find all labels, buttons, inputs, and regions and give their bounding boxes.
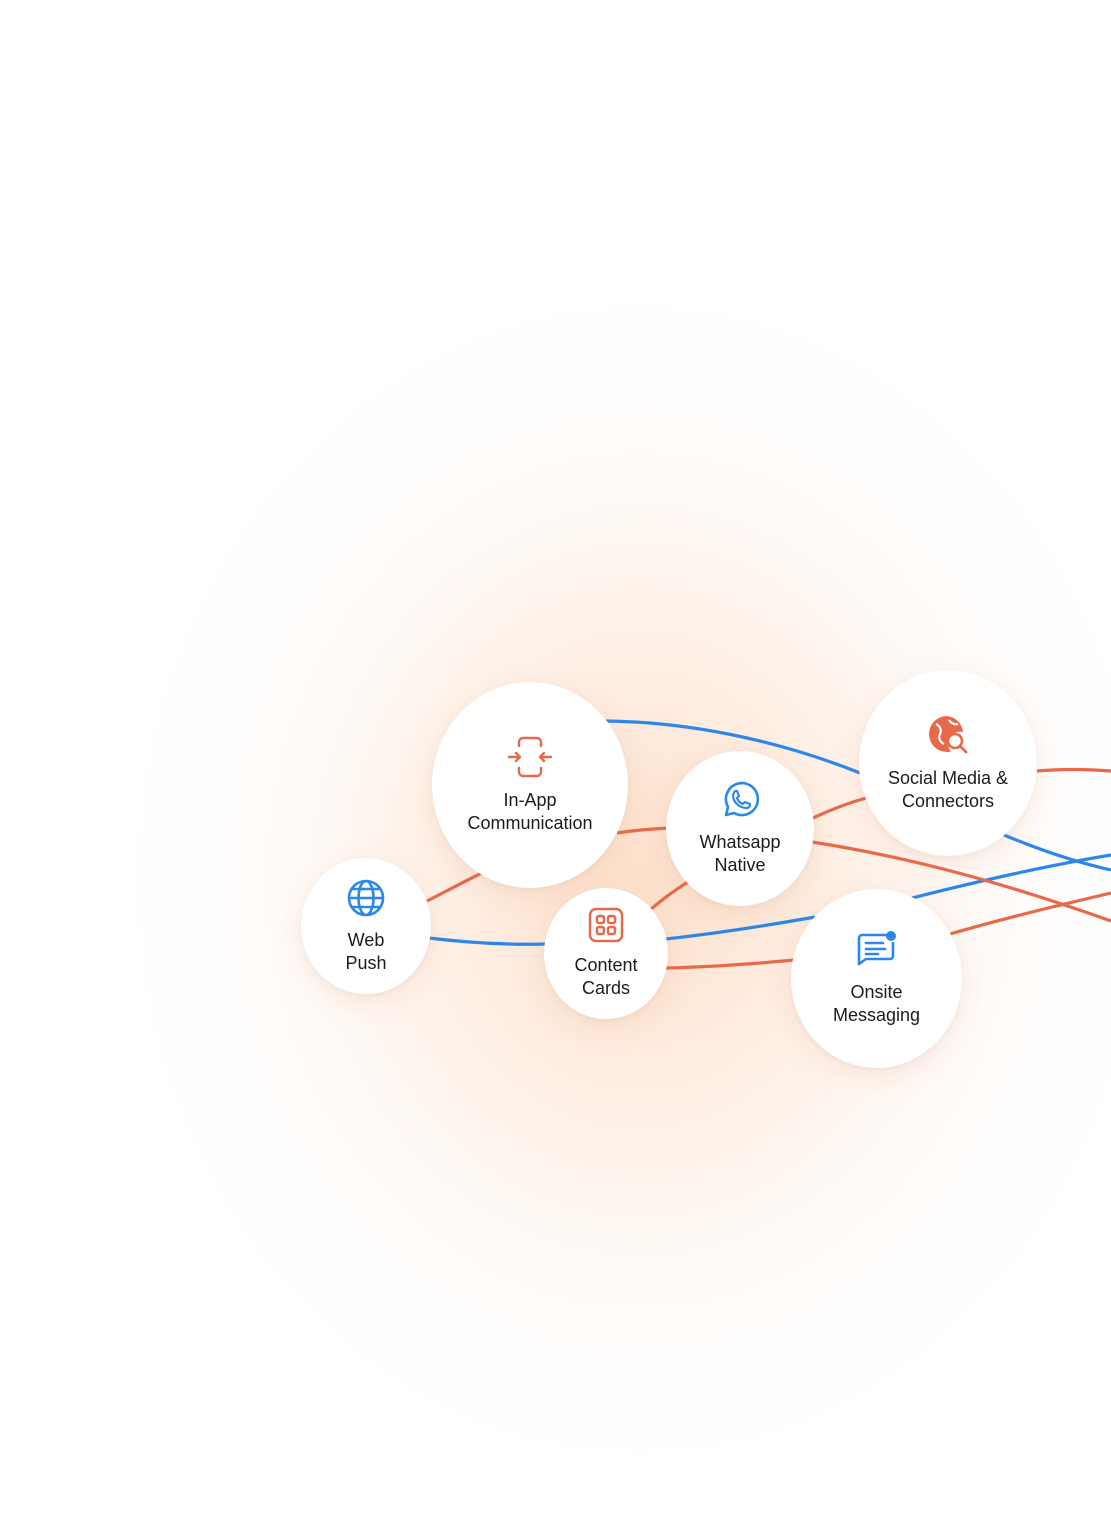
node-web-push[interactable]: Web Push (301, 858, 431, 994)
node-onsite-messaging[interactable]: Onsite Messaging (791, 889, 962, 1068)
grid-icon (588, 907, 624, 948)
link-onsite-right (911, 853, 1111, 900)
globe-search-icon (927, 714, 969, 761)
link-inapp-whatsapp (616, 826, 669, 835)
node-label: Content Cards (574, 955, 638, 998)
node-label: Web Push (345, 929, 387, 973)
node-label: Onsite Messaging (832, 982, 921, 1025)
node-whatsapp-native[interactable]: Whatsapp Native (666, 751, 814, 906)
message-notification-icon (856, 930, 898, 975)
node-label: Whatsapp Native (699, 832, 781, 875)
node-in-app-communication[interactable]: In-App Communication (432, 682, 628, 888)
link-social-right-top (1036, 767, 1111, 773)
link-content-onsite (665, 915, 816, 941)
globe-icon (346, 878, 386, 923)
link-webpush-inapp (426, 871, 483, 903)
node-content-cards[interactable]: Content Cards (544, 888, 668, 1019)
link-content-whatsapp (649, 880, 689, 911)
phone-compress-icon (507, 736, 553, 783)
node-social-media-connectors[interactable]: Social Media & Connectors (859, 670, 1037, 856)
node-label: Social Media & Connectors (887, 767, 1009, 811)
whatsapp-icon (720, 780, 760, 825)
link-whatsapp-social (812, 796, 867, 820)
node-label: In-App Communication (467, 789, 593, 833)
link-content-onsite-orange (665, 958, 795, 970)
link-webpush-content (428, 936, 547, 946)
